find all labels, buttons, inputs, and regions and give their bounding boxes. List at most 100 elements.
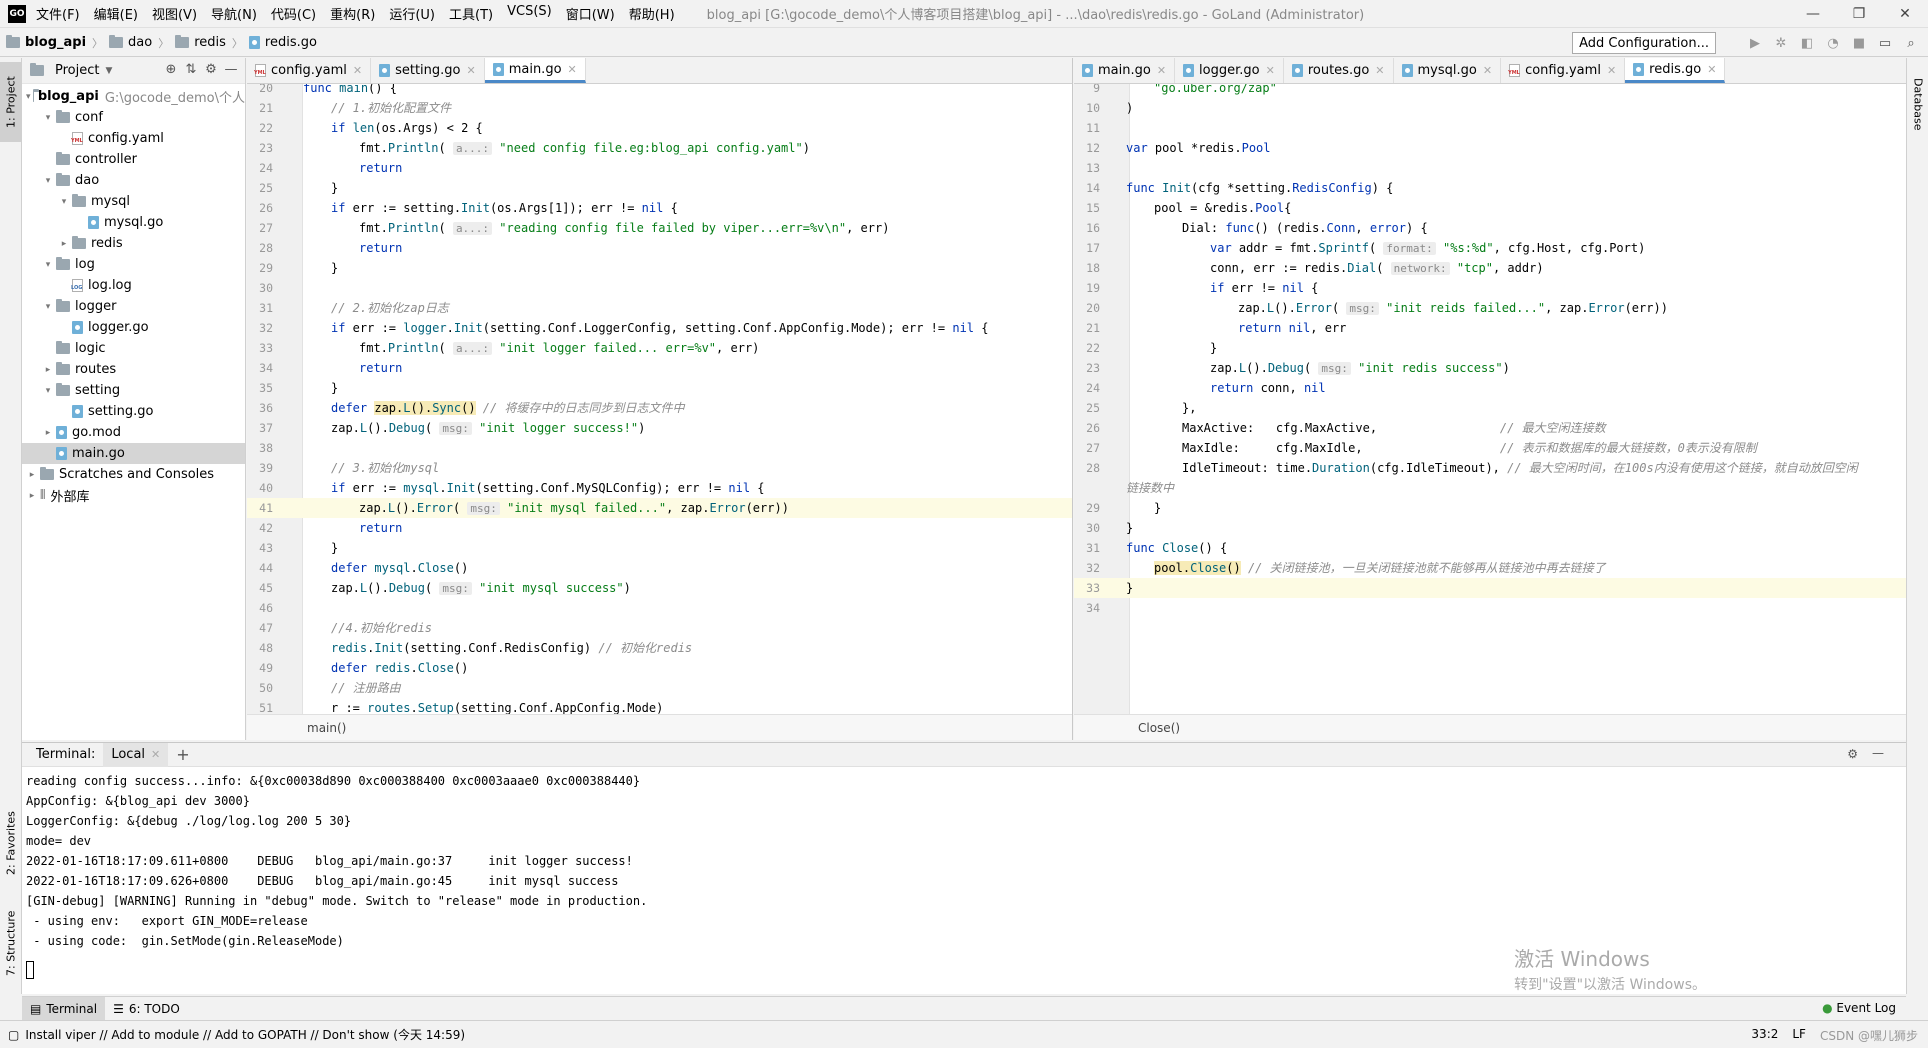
breadcrumb-dao[interactable]: dao (128, 35, 152, 50)
tree-item[interactable]: ▸ go.mod (22, 422, 245, 443)
tree-item[interactable]: ▾ log (22, 254, 245, 275)
menu-item[interactable]: 视图(V) (152, 4, 197, 23)
code-text[interactable]: return (359, 238, 402, 258)
locate-icon[interactable]: ⊕ (161, 62, 181, 77)
menu-item[interactable]: 重构(R) (330, 4, 375, 23)
breadcrumb-file[interactable]: redis.go (265, 35, 317, 50)
menu-item[interactable]: 帮助(H) (629, 4, 675, 23)
menu-item[interactable]: 窗口(W) (566, 4, 615, 23)
editor-tab[interactable]: setting.go ✕ (371, 58, 485, 83)
menu-item[interactable]: 代码(C) (271, 4, 316, 23)
chevron-icon[interactable]: ▾ (42, 113, 54, 123)
code-text[interactable]: } (1126, 518, 1133, 538)
code-text[interactable]: pool.Close() // 关闭链接池，一旦关闭链接池就不能够再从链接池中再… (1154, 558, 1606, 578)
code-text[interactable]: zap.L().Debug( msg: "init mysql success"… (331, 578, 631, 599)
close-icon[interactable]: ✕ (1266, 64, 1275, 77)
code-text[interactable]: return (359, 358, 402, 378)
code-text[interactable]: } (331, 178, 338, 198)
menu-item[interactable]: VCS(S) (507, 4, 552, 23)
menu-item[interactable]: 导航(N) (211, 4, 257, 23)
code-text[interactable]: } (1154, 498, 1161, 518)
tree-item[interactable]: logic (22, 338, 245, 359)
code-text[interactable]: IdleTimeout: time.Duration(cfg.IdleTimeo… (1182, 458, 1858, 478)
code-text[interactable]: return nil, err (1238, 318, 1346, 338)
code-text[interactable]: } (331, 258, 338, 278)
hide-icon[interactable]: — (1872, 746, 1884, 760)
editor-tab[interactable]: logger.go ✕ (1175, 58, 1284, 83)
code-text[interactable]: return conn, nil (1210, 378, 1326, 398)
tree-item[interactable]: ▸ routes (22, 359, 245, 380)
code-text[interactable]: fmt.Println( a...: "init logger failed..… (359, 338, 759, 359)
line-separator[interactable]: LF (1792, 1027, 1806, 1044)
chevron-icon[interactable]: ▾ (42, 386, 54, 396)
editor-tab[interactable]: main.go ✕ (1074, 58, 1176, 83)
code-text[interactable]: conn, err := redis.Dial( network: "tcp",… (1210, 258, 1544, 279)
editor-tab[interactable]: config.yaml ✕ (247, 58, 372, 83)
code-text[interactable]: fmt.Println( a...: "reading config file … (359, 218, 889, 239)
menu-item[interactable]: 编辑(E) (94, 4, 138, 23)
code-text[interactable]: var addr = fmt.Sprintf( format: "%s:%d",… (1210, 238, 1645, 259)
close-icon[interactable]: ✕ (353, 64, 362, 77)
tree-item[interactable]: ▾ mysql (22, 191, 245, 212)
code-text[interactable]: zap.L().Debug( msg: "init logger success… (331, 418, 645, 439)
close-icon[interactable]: ✕ (1707, 63, 1716, 76)
tree-item[interactable]: ▸ ⫴ 外部库 (22, 485, 245, 506)
maximize-icon[interactable]: ❐ (1836, 0, 1882, 28)
terminal-tool-tab[interactable]: ▤ Terminal (22, 996, 106, 1021)
chevron-icon[interactable]: ▾ (58, 197, 70, 207)
code-text[interactable]: fmt.Println( a...: "need config file.eg:… (359, 138, 810, 159)
close-icon[interactable]: ✕ (1607, 64, 1616, 77)
terminal-output[interactable]: reading config success...info: &{0xc0003… (22, 767, 1906, 955)
chevron-icon[interactable]: ▾ (42, 302, 54, 312)
code-text[interactable]: // 2.初始化zap日志 (331, 298, 449, 318)
code-text[interactable]: func main() { (303, 84, 397, 98)
code-area-left[interactable]: 20 func main() {21 // 1.初始化配置文件 22 if len(os… (247, 84, 1072, 714)
chevron-icon[interactable]: ▸ (58, 239, 70, 249)
debug-icon[interactable]: ✲ (1770, 33, 1792, 53)
tree-item[interactable]: ▸ Scratches and Consoles (22, 464, 245, 485)
tree-item[interactable]: controller (22, 149, 245, 170)
tree-item[interactable]: ▸ redis (22, 233, 245, 254)
chevron-icon[interactable]: ▾ (42, 260, 54, 270)
close-icon[interactable]: ✕ (1157, 64, 1166, 77)
code-text[interactable]: if err := logger.Init(setting.Conf.Logge… (331, 318, 989, 338)
search-icon[interactable]: ⌕ (1900, 33, 1922, 53)
breadcrumb-redis[interactable]: redis (194, 35, 226, 50)
chevron-icon[interactable]: ▾ (26, 92, 31, 102)
terminal-tab-local[interactable]: Local ✕ (103, 742, 169, 767)
tree-item[interactable]: ▾ conf (22, 107, 245, 128)
menu-item[interactable]: 工具(T) (449, 4, 493, 23)
tree-item[interactable]: main.go (22, 443, 245, 464)
code-text[interactable]: if err := setting.Init(os.Args[1]); err … (331, 198, 678, 218)
editor-tab[interactable]: config.yaml ✕ (1501, 58, 1626, 83)
code-text[interactable]: return (359, 158, 402, 178)
gear-icon[interactable]: ⚙ (1847, 747, 1858, 761)
code-text[interactable]: if len(os.Args) < 2 { (331, 118, 483, 138)
tree-item[interactable]: setting.go (22, 401, 245, 422)
chevron-icon[interactable]: ▸ (26, 470, 38, 480)
todo-tool-tab[interactable]: ☰ 6: TODO (105, 997, 188, 1021)
code-text[interactable]: if err := mysql.Init(setting.Conf.MySQLC… (331, 478, 765, 498)
code-text[interactable]: zap.L().Error( msg: "init mysql failed..… (359, 498, 789, 519)
add-configuration-button[interactable]: Add Configuration... (1572, 32, 1716, 54)
profile-icon[interactable]: ◔ (1822, 33, 1844, 53)
code-text[interactable]: defer redis.Close() (331, 658, 468, 678)
chevron-icon[interactable]: ▸ (26, 491, 38, 501)
structure-tool-tab[interactable]: 7: Structure (0, 898, 22, 988)
tree-item[interactable]: ▾ dao (22, 170, 245, 191)
function-breadcrumb[interactable]: main() (307, 721, 346, 735)
editor-tab[interactable]: main.go ✕ (484, 58, 586, 83)
code-text[interactable]: zap.L().Error( msg: "init reids failed..… (1238, 298, 1668, 319)
menu-item[interactable]: 文件(F) (36, 4, 80, 23)
close-icon[interactable]: ✕ (568, 63, 577, 76)
database-tool-tab[interactable]: Database (1907, 64, 1928, 144)
close-icon[interactable]: ✕ (1882, 0, 1928, 28)
layout-icon[interactable]: ▭ (1874, 33, 1896, 53)
chevron-icon[interactable]: ▾ (42, 176, 54, 186)
code-text[interactable]: defer zap.L().Sync() // 将缓存中的日志同步到日志文件中 (331, 398, 684, 418)
chevron-icon[interactable]: ▸ (42, 365, 54, 375)
code-text[interactable]: // 注册路由 (331, 678, 401, 698)
caret-position[interactable]: 33:2 (1751, 1027, 1778, 1044)
chevron-down-icon[interactable]: ▼ (105, 66, 112, 76)
project-view-selector[interactable]: Project (55, 63, 99, 78)
